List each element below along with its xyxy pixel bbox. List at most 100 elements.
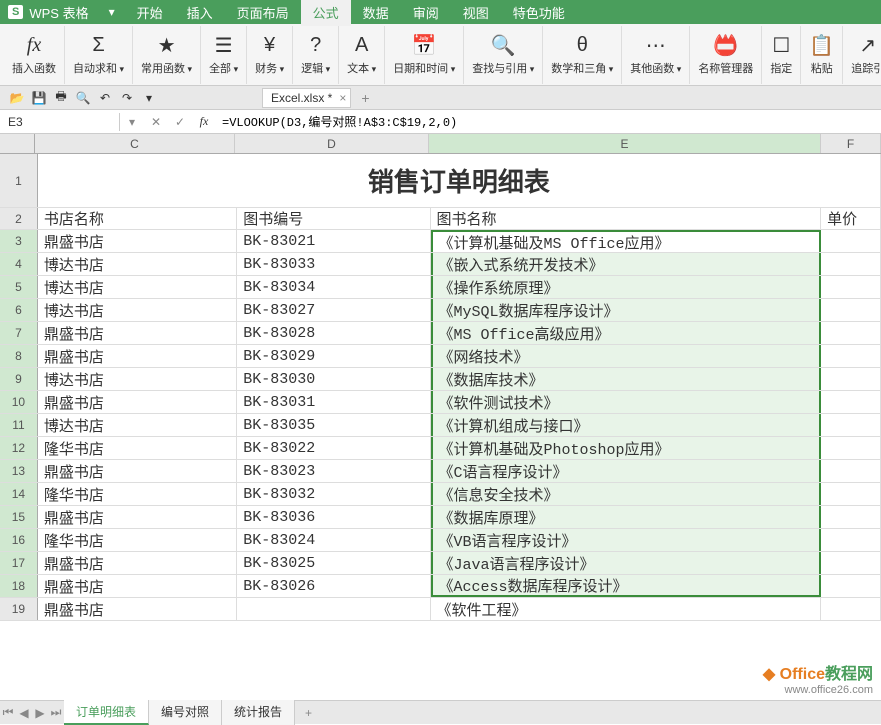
cell-D17[interactable]: BK-83025 [237, 552, 430, 574]
cell-F18[interactable] [821, 575, 881, 597]
cell-C2[interactable]: 书店名称 [38, 208, 237, 229]
cell-F4[interactable] [821, 253, 881, 275]
cell-F13[interactable] [821, 460, 881, 482]
cell-E16[interactable]: 《VB语言程序设计》 [431, 529, 822, 551]
col-header-D[interactable]: D [235, 134, 429, 153]
open-icon[interactable]: 📂 [8, 89, 26, 107]
cell-C14[interactable]: 隆华书店 [38, 483, 237, 505]
cell-C13[interactable]: 鼎盛书店 [38, 460, 237, 482]
cell-C15[interactable]: 鼎盛书店 [38, 506, 237, 528]
fx-icon[interactable]: fx [192, 114, 216, 129]
ribbon-粘贴[interactable]: 📋粘贴 [801, 26, 843, 84]
cell-D9[interactable]: BK-83030 [237, 368, 430, 390]
cell-D4[interactable]: BK-83033 [237, 253, 430, 275]
ribbon-名称管理器[interactable]: 📛名称管理器 [690, 26, 762, 84]
cell-E4[interactable]: 《嵌入式系统开发技术》 [431, 253, 822, 275]
cell-C8[interactable]: 鼎盛书店 [38, 345, 237, 367]
cell-E12[interactable]: 《计算机基础及Photoshop应用》 [431, 437, 822, 459]
cell-C6[interactable]: 博达书店 [38, 299, 237, 321]
row-header-1[interactable]: 1 [0, 154, 38, 207]
cancel-icon[interactable]: ✕ [144, 115, 168, 129]
cell-C19[interactable]: ⿍盛书店 [38, 598, 237, 620]
cell-E10[interactable]: 《软件测试技术》 [431, 391, 822, 413]
cell-D8[interactable]: BK-83029 [237, 345, 430, 367]
menu-tab-4[interactable]: 数据 [351, 0, 401, 26]
sheet-nav-first-icon[interactable]: ⏮ [0, 705, 16, 720]
row-header-3[interactable]: 3 [0, 230, 38, 252]
menu-tab-2[interactable]: 页面布局 [225, 0, 301, 26]
ribbon-文本[interactable]: A文本 [339, 26, 385, 84]
cell-D19[interactable] [237, 598, 430, 620]
cell-D2[interactable]: 图书编号 [237, 208, 430, 229]
cell-C12[interactable]: 隆华书店 [38, 437, 237, 459]
sheet-nav-last-icon[interactable]: ⏭ [48, 705, 64, 720]
cell-C9[interactable]: 博达书店 [38, 368, 237, 390]
row-header-17[interactable]: 17 [0, 552, 38, 574]
cell-F16[interactable] [821, 529, 881, 551]
cell-F12[interactable] [821, 437, 881, 459]
title-cell[interactable]: 销售订单明细表 [38, 154, 881, 207]
cell-E8[interactable]: 《网络技术》 [431, 345, 822, 367]
cell-D16[interactable]: BK-83024 [237, 529, 430, 551]
cell-E9[interactable]: 《数据库技术》 [431, 368, 822, 390]
sheet-nav-next-icon[interactable]: ▶ [32, 706, 48, 720]
cell-D13[interactable]: BK-83023 [237, 460, 430, 482]
menu-tab-5[interactable]: 审阅 [401, 0, 451, 26]
cell-E7[interactable]: 《MS Office高级应用》 [431, 322, 822, 344]
cell-F11[interactable] [821, 414, 881, 436]
ribbon-逻辑[interactable]: ?逻辑 [293, 26, 339, 84]
cell-E6[interactable]: 《MySQL数据库程序设计》 [431, 299, 822, 321]
row-header-19[interactable]: 19 [0, 598, 38, 620]
cell-C3[interactable]: 鼎盛书店 [38, 230, 237, 252]
row-header-5[interactable]: 5 [0, 276, 38, 298]
sheet-tab-1[interactable]: 编号对照 [149, 700, 222, 725]
cell-E15[interactable]: 《数据库原理》 [431, 506, 822, 528]
row-header-7[interactable]: 7 [0, 322, 38, 344]
ribbon-其他函数[interactable]: ⋯其他函数 [622, 26, 690, 84]
save-icon[interactable]: 💾 [30, 89, 48, 107]
redo-icon[interactable]: ↷ [118, 89, 136, 107]
cell-D3[interactable]: BK-83021 [237, 230, 430, 252]
formula-input[interactable] [216, 113, 881, 131]
row-header-18[interactable]: 18 [0, 575, 38, 597]
col-header-F[interactable]: F [821, 134, 881, 153]
row-header-2[interactable]: 2 [0, 208, 38, 229]
ribbon-查找与引用[interactable]: 🔍查找与引用 [464, 26, 543, 84]
menu-tab-3[interactable]: 公式 [301, 0, 351, 26]
cell-C17[interactable]: 鼎盛书店 [38, 552, 237, 574]
cell-D14[interactable]: BK-83032 [237, 483, 430, 505]
cell-C18[interactable]: 鼎盛书店 [38, 575, 237, 597]
select-all-corner[interactable] [0, 134, 35, 153]
cell-C16[interactable]: 隆华书店 [38, 529, 237, 551]
cell-C11[interactable]: 博达书店 [38, 414, 237, 436]
cell-D10[interactable]: BK-83031 [237, 391, 430, 413]
add-sheet-icon[interactable]: + [295, 703, 322, 723]
cell-F10[interactable] [821, 391, 881, 413]
cell-F2[interactable]: 单价 [821, 208, 881, 229]
col-header-C[interactable]: C [35, 134, 235, 153]
preview-icon[interactable]: 🔍 [74, 89, 92, 107]
ribbon-自动求和[interactable]: Σ自动求和 [65, 26, 133, 84]
name-box[interactable]: E3 [0, 113, 120, 131]
cell-D6[interactable]: BK-83027 [237, 299, 430, 321]
cell-F3[interactable] [821, 230, 881, 252]
name-box-dropdown-icon[interactable]: ▾ [120, 115, 144, 129]
cell-D11[interactable]: BK-83035 [237, 414, 430, 436]
menu-tab-0[interactable]: 开始 [125, 0, 175, 26]
sheet-tab-2[interactable]: 统计报告 [222, 700, 295, 725]
menu-tab-6[interactable]: 视图 [451, 0, 501, 26]
ribbon-财务[interactable]: ¥财务 [247, 26, 293, 84]
cell-F15[interactable] [821, 506, 881, 528]
cell-C10[interactable]: 鼎盛书店 [38, 391, 237, 413]
ribbon-常用函数[interactable]: ★常用函数 [133, 26, 201, 84]
cell-F9[interactable] [821, 368, 881, 390]
cell-F5[interactable] [821, 276, 881, 298]
sheet-nav-prev-icon[interactable]: ◀ [16, 706, 32, 720]
ribbon-日期和时间[interactable]: 📅日期和时间 [385, 26, 464, 84]
cell-E14[interactable]: 《信息安全技术》 [431, 483, 822, 505]
ribbon-全部[interactable]: ☰全部 [201, 26, 247, 84]
print-icon[interactable]: 🖶 [52, 89, 70, 107]
cell-F19[interactable] [821, 598, 881, 620]
cell-F17[interactable] [821, 552, 881, 574]
cell-D18[interactable]: BK-83026 [237, 575, 430, 597]
